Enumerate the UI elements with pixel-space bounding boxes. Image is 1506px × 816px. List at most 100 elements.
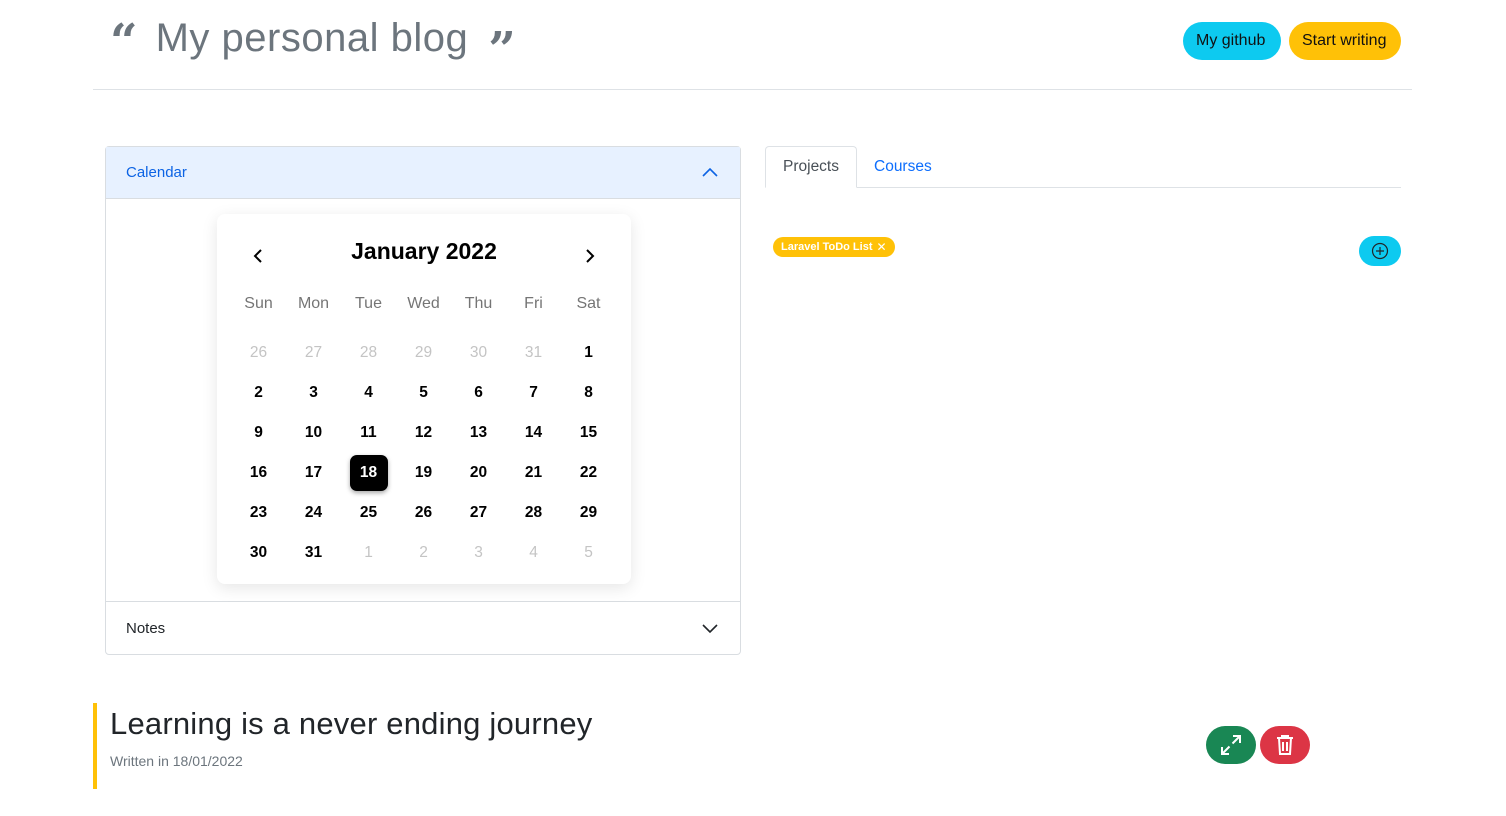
calendar-day[interactable]: 2	[396, 533, 451, 573]
calendar-day-number: 26	[249, 344, 268, 361]
calendar-day-number: 25	[359, 504, 378, 521]
calendar-day-number: 23	[249, 504, 268, 521]
calendar-day-number: 20	[469, 464, 488, 481]
post-title: Learning is a never ending journey	[110, 706, 593, 741]
add-project-button[interactable]	[1359, 236, 1401, 266]
calendar-widget: January 2022 Sun Mon Tue Wed Thu Fri Sat 26 27 2…	[217, 214, 631, 584]
calendar-month-label: January 2022	[351, 238, 497, 264]
calendar-day[interactable]: 29	[396, 333, 451, 373]
calendar-day[interactable]: 30	[451, 333, 506, 373]
calendar-day-number: 29	[414, 344, 433, 361]
calendar-day[interactable]: 15	[561, 413, 616, 453]
calendar-day[interactable]: 17	[286, 453, 341, 493]
calendar-day[interactable]: 28	[341, 333, 396, 373]
calendar-day-number: 27	[304, 344, 323, 361]
calendar-day[interactable]: 23	[231, 493, 286, 533]
calendar-day[interactable]: 24	[286, 493, 341, 533]
calendar-day-number: 11	[360, 424, 377, 441]
open-quote-icon: “	[110, 14, 138, 70]
calendar-day[interactable]: 21	[506, 453, 561, 493]
calendar-week-row: 16 17 18 19 20 21 22	[231, 453, 616, 493]
calendar-day[interactable]: 2	[231, 373, 286, 413]
calendar-day[interactable]: 5	[561, 533, 616, 573]
calendar-day[interactable]: 31	[506, 333, 561, 373]
plus-circle-icon	[1371, 242, 1389, 260]
calendar-day-number: 12	[414, 424, 433, 441]
calendar-day-number: 3	[474, 544, 483, 561]
weekday-label: Tue	[355, 295, 382, 312]
calendar-accordion-label: Calendar	[126, 164, 187, 181]
notes-accordion-label: Notes	[126, 619, 166, 637]
start-writing-button[interactable]: Start writing	[1289, 22, 1401, 60]
tab-projects[interactable]: Projects	[765, 146, 857, 188]
blog-post: Learning is a never ending journey Writt…	[93, 703, 1323, 789]
calendar-day[interactable]: 6	[451, 373, 506, 413]
calendar-accordion-item: Calendar January 2022 Sun Mon Tue Wed Thu Fri…	[105, 146, 741, 602]
calendar-day[interactable]: 30	[231, 533, 286, 573]
chevron-down-icon	[702, 624, 718, 634]
weekday-label: Mon	[297, 295, 330, 312]
calendar-week-row: 9 10 11 12 13 14 15	[231, 413, 616, 453]
calendar-day[interactable]: 16	[231, 453, 286, 493]
calendar-day-number: 21	[524, 464, 543, 481]
calendar-day[interactable]: 11	[341, 413, 396, 453]
calendar-accordion-body: January 2022 Sun Mon Tue Wed Thu Fri Sat 26 27 2…	[106, 199, 740, 601]
calendar-day[interactable]: 20	[451, 453, 506, 493]
calendar-day[interactable]: 26	[396, 493, 451, 533]
calendar-day-number: 5	[419, 384, 428, 401]
calendar-day-selected[interactable]: 18	[341, 453, 396, 493]
calendar-week-row: 30 31 1 2 3 4 5	[231, 533, 616, 573]
delete-post-button[interactable]	[1260, 726, 1310, 764]
calendar-day[interactable]: 29	[561, 493, 616, 533]
calendar-day[interactable]: 31	[286, 533, 341, 573]
calendar-day[interactable]: 3	[286, 373, 341, 413]
github-button[interactable]: My github	[1183, 22, 1281, 60]
chevron-up-icon	[702, 167, 718, 177]
weekday-label: Fri	[524, 295, 543, 312]
expand-post-button[interactable]	[1206, 726, 1256, 764]
calendar-grid: Sun Mon Tue Wed Thu Fri Sat 26 27 28 29 30 31 1 2 3 4 5 6…	[231, 288, 616, 573]
calendar-day[interactable]: 3	[451, 533, 506, 573]
chevron-right-icon	[586, 249, 595, 263]
project-tag[interactable]: Laravel ToDo List ✕	[773, 237, 895, 257]
calendar-day[interactable]: 4	[506, 533, 561, 573]
calendar-day[interactable]: 27	[451, 493, 506, 533]
calendar-day[interactable]: 28	[506, 493, 561, 533]
calendar-day[interactable]: 13	[451, 413, 506, 453]
calendar-day[interactable]: 26	[231, 333, 286, 373]
calendar-day-number: 7	[529, 384, 538, 401]
calendar-day[interactable]: 5	[396, 373, 451, 413]
notes-accordion-item: Notes	[105, 601, 741, 655]
notes-accordion-header[interactable]: Notes	[106, 602, 740, 654]
calendar-day[interactable]: 14	[506, 413, 561, 453]
calendar-day[interactable]: 8	[561, 373, 616, 413]
project-tag-label: Laravel ToDo List	[781, 241, 873, 253]
sidebar-accordion: Calendar January 2022 Sun Mon Tue Wed Thu Fri…	[105, 146, 741, 655]
close-icon[interactable]: ✕	[876, 240, 886, 254]
tab-courses[interactable]: Courses	[857, 146, 949, 188]
calendar-day[interactable]: 25	[341, 493, 396, 533]
calendar-day[interactable]: 12	[396, 413, 451, 453]
calendar-day[interactable]: 10	[286, 413, 341, 453]
calendar-day-number: 30	[469, 344, 488, 361]
calendar-day-number: 14	[524, 424, 543, 441]
calendar-day[interactable]: 9	[231, 413, 286, 453]
calendar-day-number: 17	[304, 464, 323, 481]
calendar-day-number: 16	[249, 464, 268, 481]
calendar-day-number: 9	[254, 424, 263, 441]
calendar-day-number: 1	[364, 544, 373, 561]
calendar-day[interactable]: 7	[506, 373, 561, 413]
calendar-day-number: 8	[584, 384, 593, 401]
calendar-accordion-header[interactable]: Calendar	[106, 147, 740, 199]
calendar-day-number: 6	[474, 384, 483, 401]
calendar-day[interactable]: 22	[561, 453, 616, 493]
calendar-day[interactable]: 27	[286, 333, 341, 373]
calendar-day[interactable]: 1	[341, 533, 396, 573]
calendar-day-number: 24	[304, 504, 323, 521]
calendar-day-number: 2	[419, 544, 428, 561]
calendar-day[interactable]: 19	[396, 453, 451, 493]
calendar-next-button[interactable]	[577, 244, 601, 268]
calendar-day[interactable]: 4	[341, 373, 396, 413]
calendar-day[interactable]: 1	[561, 333, 616, 373]
calendar-weekday-row: Sun Mon Tue Wed Thu Fri Sat	[231, 288, 616, 320]
